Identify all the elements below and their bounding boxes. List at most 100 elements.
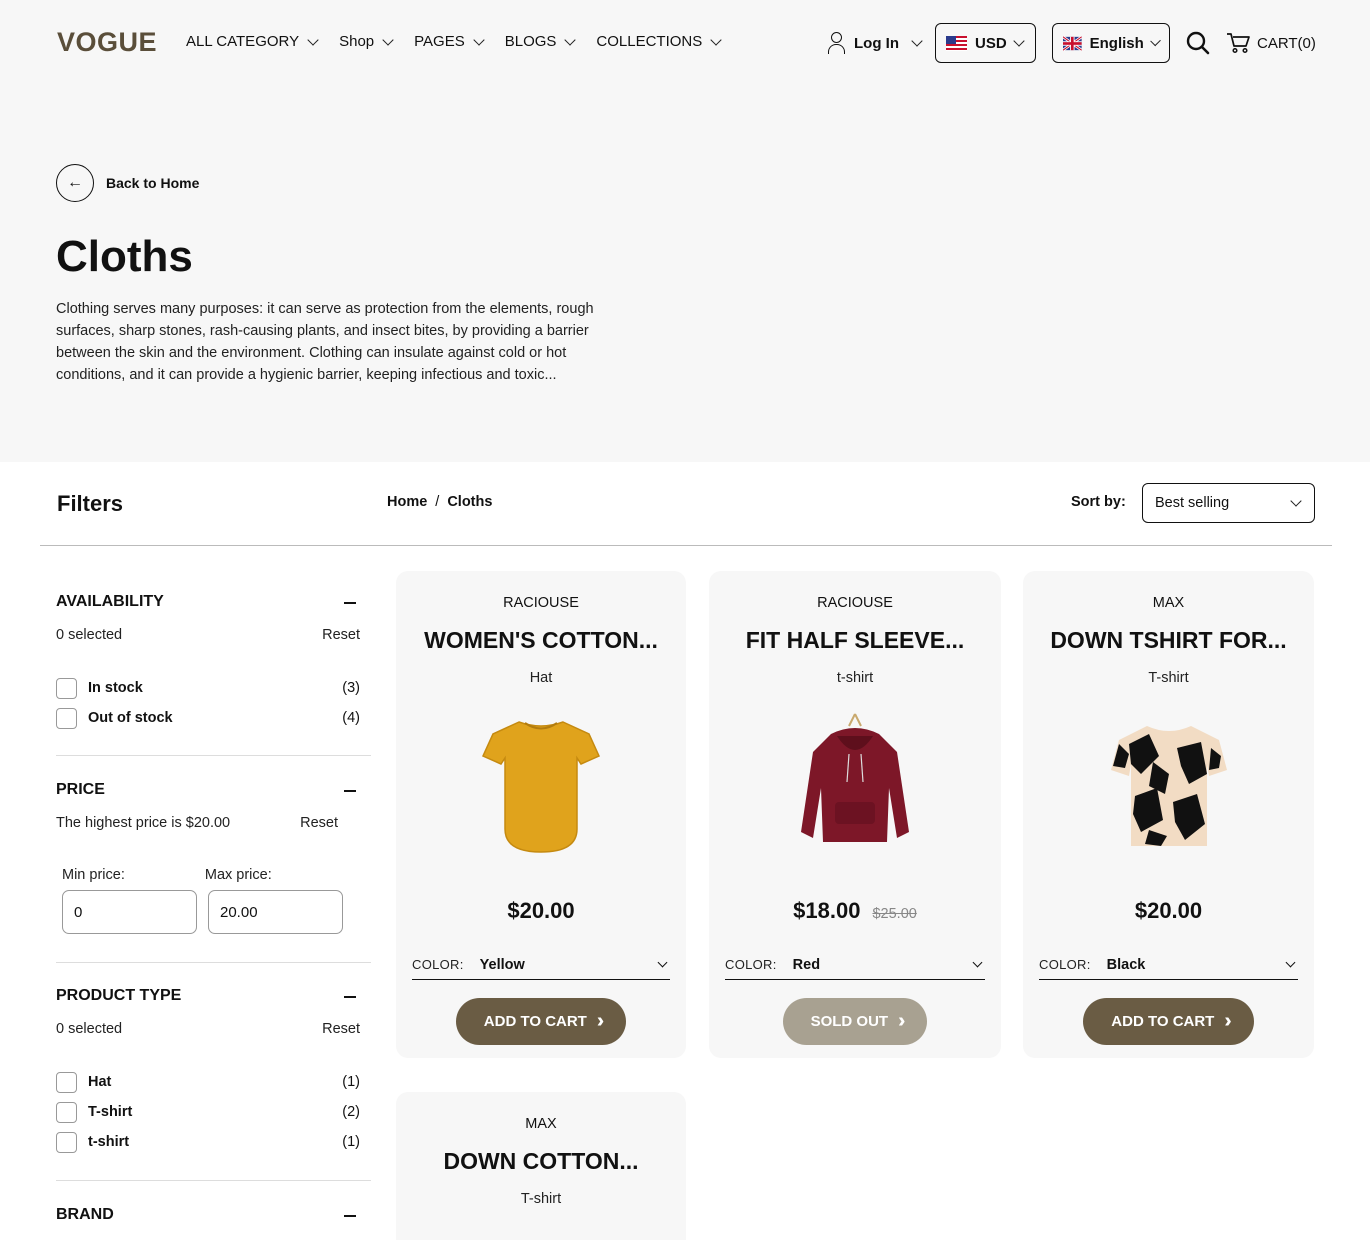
selected-count: 0 selected	[56, 627, 123, 643]
product-image[interactable]	[775, 704, 935, 864]
color-selector[interactable]: COLOR: Yellow	[412, 950, 670, 980]
min-price-label: Min price:	[62, 867, 125, 883]
checkbox[interactable]	[56, 1131, 77, 1153]
checkbox[interactable]	[56, 1101, 77, 1123]
filter-option-out-of-stock[interactable]: Out of stock (4)	[56, 703, 371, 733]
language-selector[interactable]: English	[1052, 23, 1170, 63]
availability-header[interactable]: AVAILABILITY	[56, 593, 371, 611]
product-type-summary: 0 selected Reset	[56, 1021, 371, 1037]
color-value: Red	[792, 956, 821, 973]
filter-divider	[56, 1180, 371, 1181]
nav-blogs[interactable]: BLOGS	[504, 33, 577, 50]
currency-selector[interactable]: USD	[935, 23, 1036, 63]
option-label: Hat	[88, 1074, 112, 1090]
uk-flag-icon	[1063, 35, 1082, 51]
price-header[interactable]: PRICE	[56, 781, 371, 799]
nav-collections[interactable]: COLLECTIONS	[596, 33, 722, 50]
product-type-header[interactable]: PRODUCT TYPE	[56, 987, 371, 1005]
button-label: ADD TO CART	[483, 1013, 587, 1030]
product-name[interactable]: FIT HALF SLEEVE...	[709, 627, 1001, 654]
selected-count: 0 selected	[56, 1021, 123, 1037]
product-name[interactable]: DOWN COTTON...	[396, 1148, 686, 1175]
minus-icon[interactable]	[344, 996, 356, 998]
nav-label: ALL CATEGORY	[186, 33, 300, 50]
checkbox[interactable]	[56, 707, 77, 729]
collection-description: Clothing serves many purposes: it can se…	[56, 301, 594, 383]
price-row: $18.00 $25.00	[709, 898, 1001, 924]
reset-link[interactable]: Reset	[322, 627, 360, 643]
option-count: (2)	[342, 1104, 360, 1120]
language-label: English	[1089, 34, 1144, 52]
product-price: $20.00	[1134, 898, 1203, 923]
hero-section: VOGUE ALL CATEGORY Shop PAGES BLOGS COLL…	[0, 0, 1370, 462]
product-card[interactable]: MAX DOWN TSHIRT FOR... T-shirt $20.00 CO…	[1023, 571, 1314, 1058]
product-brand: RACIOUSE	[817, 595, 893, 611]
minus-icon[interactable]	[344, 1215, 356, 1217]
product-card[interactable]: RACIOUSE WOMEN'S COTTON... Hat $20.00 CO…	[396, 571, 686, 1058]
chevron-down-icon	[1285, 957, 1296, 968]
filter-option-t-shirt[interactable]: T-shirt (2)	[56, 1097, 371, 1127]
product-name[interactable]: WOMEN'S COTTON...	[396, 627, 686, 654]
product-card[interactable]: RACIOUSE FIT HALF SLEEVE... t-shirt $18.…	[709, 571, 1001, 1058]
nav-shop[interactable]: Shop	[339, 33, 394, 50]
search-icon[interactable]	[1186, 31, 1210, 55]
product-type-filter: PRODUCT TYPE 0 selected Reset Hat (1) T-…	[56, 987, 371, 1157]
user-icon	[826, 31, 846, 55]
price-labels: Min price: Max price:	[62, 867, 371, 883]
product-image[interactable]	[1089, 704, 1249, 864]
reset-link[interactable]: Reset	[300, 815, 338, 831]
toolbar-divider	[40, 545, 1332, 546]
option-label: Out of stock	[88, 710, 173, 726]
main-nav: ALL CATEGORY Shop PAGES BLOGS COLLECTION…	[186, 33, 722, 50]
option-label: T-shirt	[88, 1104, 133, 1120]
checkbox[interactable]	[56, 677, 77, 699]
max-price-label: Max price:	[204, 867, 272, 883]
cart-icon	[1227, 33, 1250, 54]
add-to-cart-button[interactable]: ADD TO CART ››	[1083, 998, 1254, 1045]
sort-label: Sort by:	[1071, 494, 1126, 510]
minus-icon[interactable]	[344, 790, 356, 792]
sort-select[interactable]: Best selling	[1142, 483, 1315, 523]
option-count: (4)	[342, 710, 360, 726]
option-count: (1)	[342, 1134, 360, 1150]
color-selector[interactable]: COLOR: Red	[725, 950, 985, 980]
option-count: (1)	[342, 1074, 360, 1090]
breadcrumb-home[interactable]: Home	[387, 494, 427, 510]
product-type: t-shirt	[836, 670, 874, 686]
add-to-cart-button[interactable]: ADD TO CART ››	[455, 998, 627, 1045]
nav-all-category[interactable]: ALL CATEGORY	[186, 33, 319, 50]
product-card[interactable]: MAX DOWN COTTON... T-shirt	[396, 1092, 686, 1240]
button-label: ADD TO CART	[1111, 1013, 1215, 1030]
logo[interactable]: VOGUE	[57, 27, 157, 58]
sold-out-button[interactable]: SOLD OUT ››	[782, 998, 928, 1045]
filter-option-hat[interactable]: Hat (1)	[56, 1067, 371, 1097]
color-label: COLOR:	[412, 957, 464, 972]
reset-link[interactable]: Reset	[322, 1021, 360, 1037]
max-price-input[interactable]	[208, 890, 343, 934]
nav-label: BLOGS	[504, 33, 557, 50]
brand-header[interactable]: BRAND	[56, 1206, 371, 1224]
price-row: $20.00	[396, 898, 686, 924]
back-to-home-link[interactable]: ← Back to Home	[56, 164, 199, 202]
option-label: t-shirt	[88, 1134, 130, 1150]
brand-filter: BRAND	[56, 1206, 371, 1224]
highest-price-text: The highest price is $20.00	[56, 815, 231, 831]
checkbox[interactable]	[56, 1071, 77, 1093]
compare-at-price: $25.00	[872, 906, 917, 922]
minus-icon[interactable]	[344, 602, 356, 604]
cart-link[interactable]: CART(0)	[1226, 32, 1316, 54]
product-name[interactable]: DOWN TSHIRT FOR...	[1023, 627, 1314, 654]
breadcrumb: Home / Cloths	[387, 494, 492, 510]
color-label: COLOR:	[1039, 957, 1091, 972]
login-link[interactable]: Log In	[826, 31, 923, 55]
chevron-down-icon	[972, 957, 983, 968]
color-selector[interactable]: COLOR: Black	[1039, 950, 1298, 980]
color-value: Black	[1106, 956, 1146, 973]
filter-option-t-shirt-lower[interactable]: t-shirt (1)	[56, 1127, 371, 1157]
product-image[interactable]	[461, 704, 621, 864]
chevron-down-icon	[564, 33, 577, 46]
nav-pages[interactable]: PAGES	[414, 33, 485, 50]
product-image[interactable]	[461, 1231, 621, 1240]
filter-option-in-stock[interactable]: In stock (3)	[56, 673, 371, 703]
min-price-input[interactable]	[62, 890, 197, 934]
